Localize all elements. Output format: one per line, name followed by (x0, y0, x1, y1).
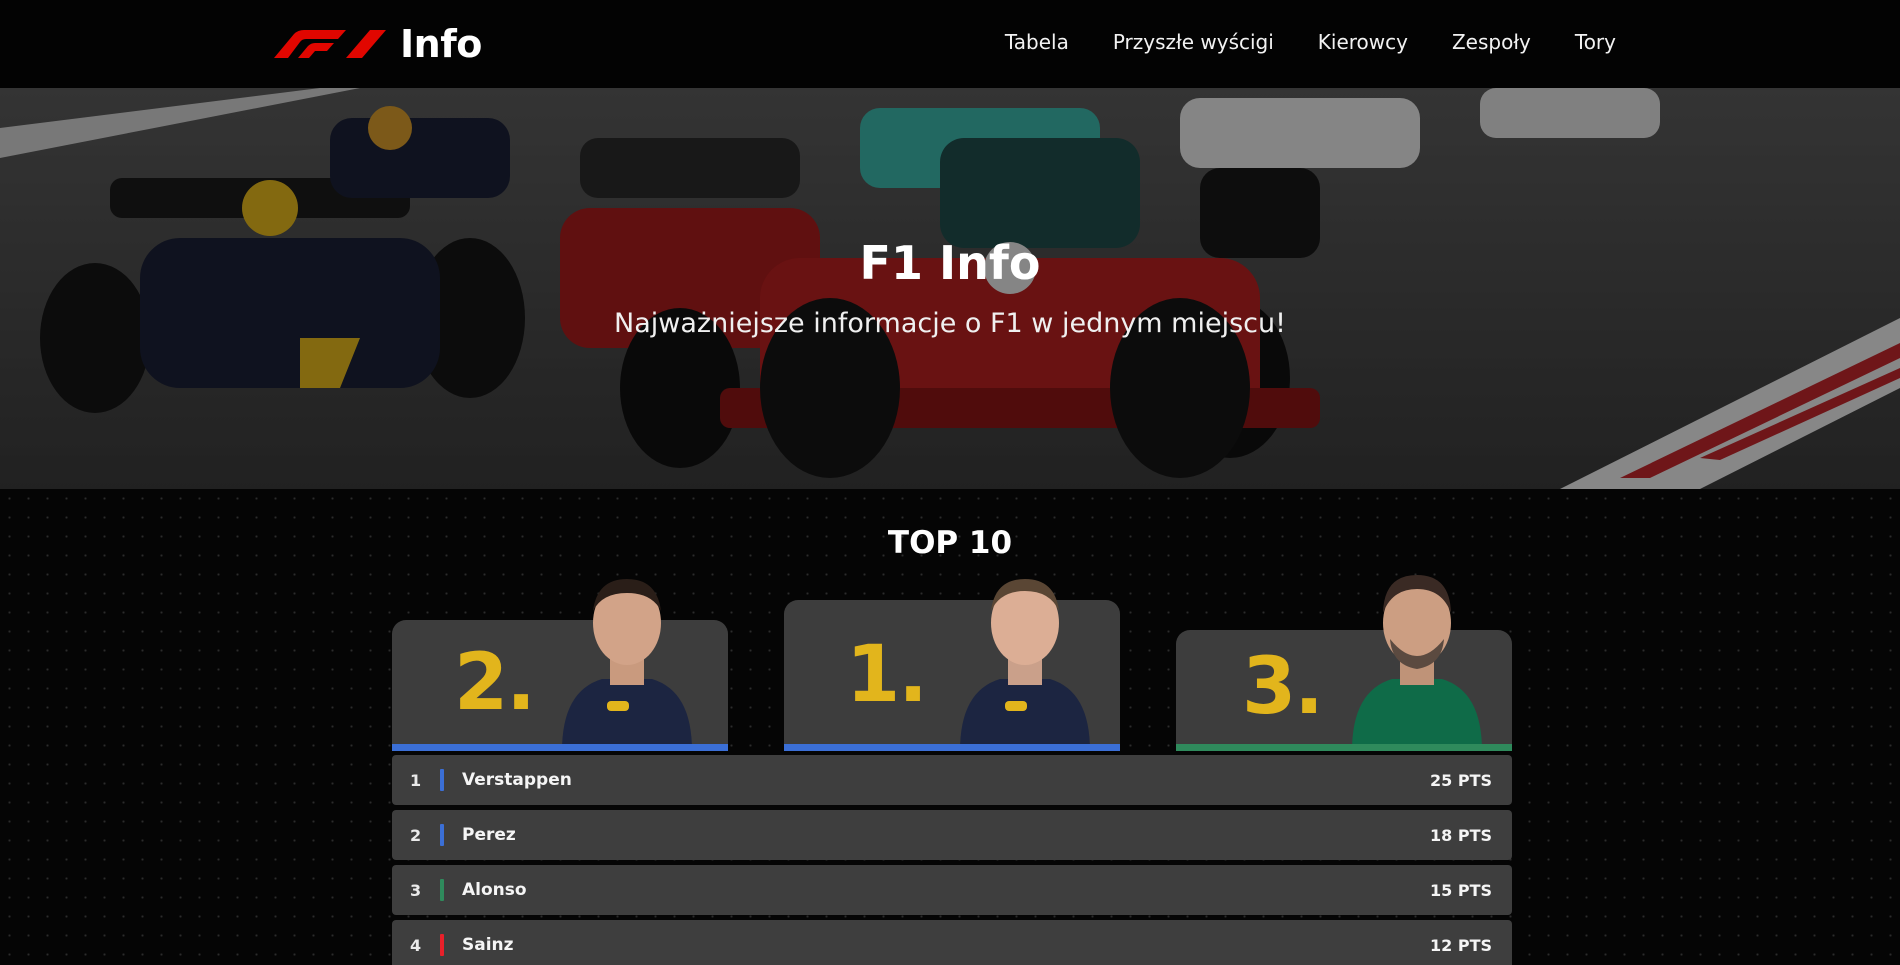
row-driver-name: Sainz (462, 935, 514, 955)
nav-link-tabela[interactable]: Tabela (1005, 30, 1069, 54)
hero-subtitle: Najważniejsze informacje o F1 w jednym m… (614, 308, 1286, 339)
team-color-bar (440, 824, 444, 846)
row-driver-name: Verstappen (462, 770, 572, 790)
row-points: 18 PTS (1430, 825, 1492, 845)
row-points: 15 PTS (1430, 880, 1492, 900)
row-driver-name: Alonso (462, 880, 527, 900)
team-color-bar (440, 934, 444, 956)
podium-card-third[interactable]: 3. (1176, 575, 1512, 751)
driver-photo-verstappen (960, 579, 1090, 751)
podium-card-first[interactable]: 1. (784, 579, 1120, 751)
site-logo[interactable]: Info (268, 20, 482, 68)
podium-place-number: 3. (1242, 642, 1324, 732)
top10-title: TOP 10 (887, 525, 1013, 561)
driver-photo-perez (562, 579, 692, 751)
nav-links: Tabela Przyszłe wyścigi Kierowcy Zespoły… (1005, 30, 1616, 54)
row-points: 25 PTS (1430, 770, 1492, 790)
team-color-stripe (1176, 744, 1512, 751)
logo-text: Info (400, 22, 482, 66)
team-color-bar (440, 879, 444, 901)
standings-row[interactable]: 2 Perez 18 PTS (392, 810, 1512, 860)
standings-row[interactable]: 3 Alonso 15 PTS (392, 865, 1512, 915)
navbar: Info Tabela Przyszłe wyścigi Kierowcy Ze… (0, 0, 1900, 88)
standings-row[interactable]: 4 Sainz 12 PTS (392, 920, 1512, 965)
top10-section: TOP 10 2. 1. 3. 1 Verstappen 25 PTS 2 Pe… (0, 489, 1900, 965)
standings-row[interactable]: 1 Verstappen 25 PTS (392, 755, 1512, 805)
standings-list: 1 Verstappen 25 PTS 2 Perez 18 PTS 3 Alo… (392, 755, 1512, 965)
row-position: 2 (410, 825, 422, 845)
row-points: 12 PTS (1430, 935, 1492, 955)
nav-link-tracks[interactable]: Tory (1575, 30, 1616, 54)
hero-title: F1 Info (859, 236, 1041, 290)
podium-place-number: 2. (454, 638, 536, 728)
team-color-stripe (784, 744, 1120, 751)
row-position: 3 (410, 880, 422, 900)
nav-link-drivers[interactable]: Kierowcy (1318, 30, 1408, 54)
nav-link-teams[interactable]: Zespoły (1452, 30, 1531, 54)
nav-link-upcoming-races[interactable]: Przyszłe wyścigi (1113, 30, 1274, 54)
row-position: 4 (410, 935, 422, 955)
driver-photo-alonso (1352, 575, 1482, 751)
hero-banner: F1 Info Najważniejsze informacje o F1 w … (0, 88, 1900, 489)
podium-card-second[interactable]: 2. (392, 579, 728, 751)
podium-place-number: 1. (846, 630, 928, 720)
row-position: 1 (410, 770, 422, 790)
team-color-bar (440, 769, 444, 791)
f1-logo-icon (274, 30, 386, 58)
team-color-stripe (392, 744, 728, 751)
row-driver-name: Perez (462, 825, 516, 845)
